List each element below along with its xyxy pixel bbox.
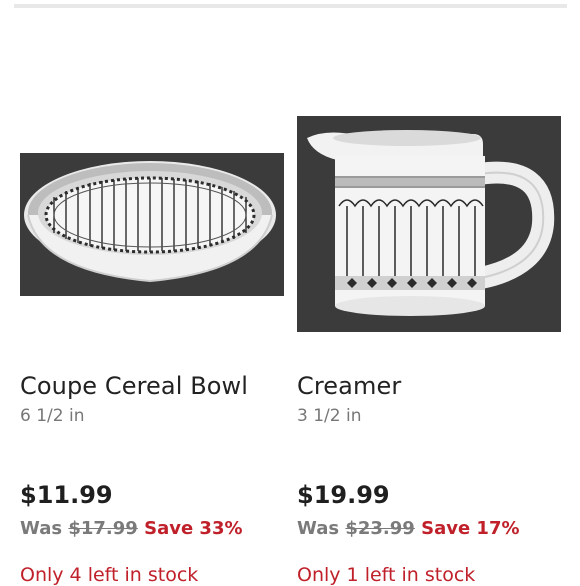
was-label: Was (297, 518, 340, 539)
product-image-cereal-bowl[interactable] (20, 153, 284, 296)
save-badge: Save 17% (421, 518, 520, 539)
product-card-cereal-bowl[interactable]: Coupe Cereal Bowl 6 1/2 in $11.99 Was $1… (20, 0, 284, 586)
product-price: $11.99 (20, 481, 113, 509)
stock-status: Only 4 left in stock (20, 564, 199, 586)
price-comparison: Was $23.99 Save 17% (297, 518, 520, 539)
save-badge: Save 33% (144, 518, 243, 539)
product-title[interactable]: Coupe Cereal Bowl (20, 372, 248, 400)
was-label: Was (20, 518, 63, 539)
was-price: $17.99 (68, 518, 138, 539)
product-price: $19.99 (297, 481, 390, 509)
product-size: 3 1/2 in (297, 406, 362, 426)
product-image-creamer[interactable] (297, 116, 561, 332)
stock-status: Only 1 left in stock (297, 564, 476, 586)
price-comparison: Was $17.99 Save 33% (20, 518, 243, 539)
product-title[interactable]: Creamer (297, 372, 401, 400)
product-card-creamer[interactable]: Creamer 3 1/2 in $19.99 Was $23.99 Save … (297, 0, 561, 586)
was-price: $23.99 (345, 518, 415, 539)
product-size: 6 1/2 in (20, 406, 85, 426)
